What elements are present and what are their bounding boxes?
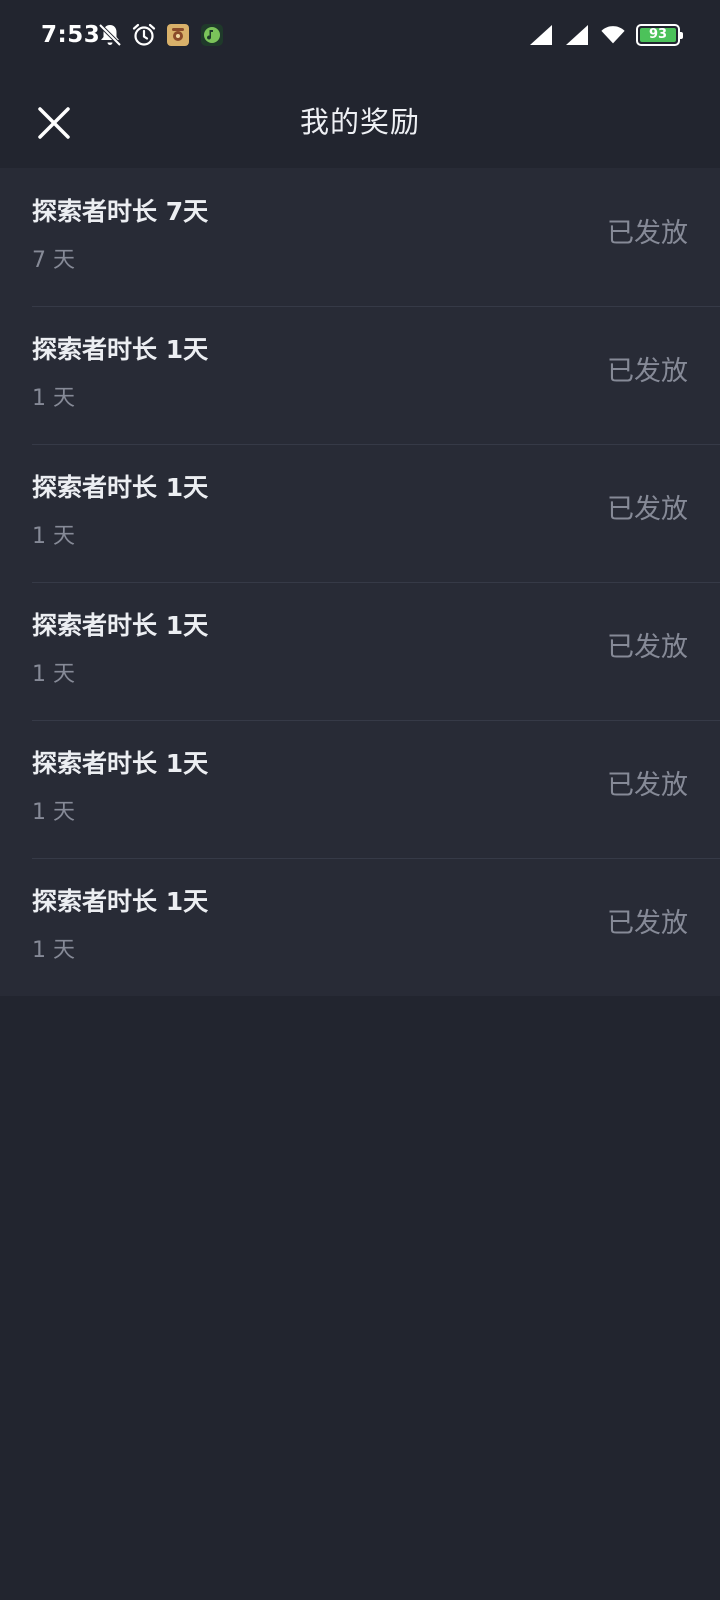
reward-name: 探索者时长 7天 bbox=[32, 197, 209, 226]
reward-detail: 1 天 bbox=[32, 800, 75, 825]
signal-icon bbox=[564, 22, 590, 48]
reward-item[interactable]: 探索者时长 1天 1 天 已发放 bbox=[0, 720, 720, 858]
bell-off-icon bbox=[97, 22, 123, 48]
reward-name: 探索者时长 1天 bbox=[32, 335, 209, 364]
reward-status: 已发放 bbox=[607, 908, 688, 939]
wifi-icon bbox=[600, 22, 626, 48]
reward-item[interactable]: 探索者时长 1天 1 天 已发放 bbox=[0, 306, 720, 444]
reward-detail: 1 天 bbox=[32, 524, 75, 549]
reward-status: 已发放 bbox=[607, 632, 688, 663]
reward-name: 探索者时长 1天 bbox=[32, 749, 209, 778]
reward-status: 已发放 bbox=[607, 218, 688, 249]
reward-detail: 1 天 bbox=[32, 938, 75, 963]
reward-item[interactable]: 探索者时长 1天 1 天 已发放 bbox=[0, 858, 720, 996]
reward-name: 探索者时长 1天 bbox=[32, 887, 209, 916]
page-title: 我的奖励 bbox=[299, 105, 420, 139]
battery-level: 93 bbox=[648, 27, 668, 42]
status-time: 7:53 bbox=[41, 22, 101, 48]
reward-list: 探索者时长 7天 7 天 已发放 探索者时长 1天 1 天 已发放 探索者时长 … bbox=[0, 168, 720, 996]
signal-icon bbox=[528, 22, 554, 48]
reward-status: 已发放 bbox=[607, 356, 688, 387]
reward-status: 已发放 bbox=[607, 770, 688, 801]
reward-item[interactable]: 探索者时长 1天 1 天 已发放 bbox=[0, 444, 720, 582]
reward-item[interactable]: 探索者时长 1天 1 天 已发放 bbox=[0, 582, 720, 720]
reward-status: 已发放 bbox=[607, 494, 688, 525]
battery-indicator: 93 bbox=[636, 24, 683, 46]
status-icons-left bbox=[97, 19, 225, 51]
reward-name: 探索者时长 1天 bbox=[32, 473, 209, 502]
reward-detail: 1 天 bbox=[32, 662, 75, 687]
reward-item[interactable]: 探索者时长 7天 7 天 已发放 bbox=[0, 168, 720, 306]
alarm-icon bbox=[131, 22, 157, 48]
reward-name: 探索者时长 1天 bbox=[32, 611, 209, 640]
reward-detail: 7 天 bbox=[32, 248, 75, 273]
reward-detail: 1 天 bbox=[32, 386, 75, 411]
music-app-icon bbox=[199, 22, 225, 48]
status-bar: 7:53 93 bbox=[0, 0, 720, 70]
app-notification-icon bbox=[165, 22, 191, 48]
header: 我的奖励 bbox=[0, 70, 720, 168]
status-icons-right: 93 bbox=[528, 19, 683, 51]
